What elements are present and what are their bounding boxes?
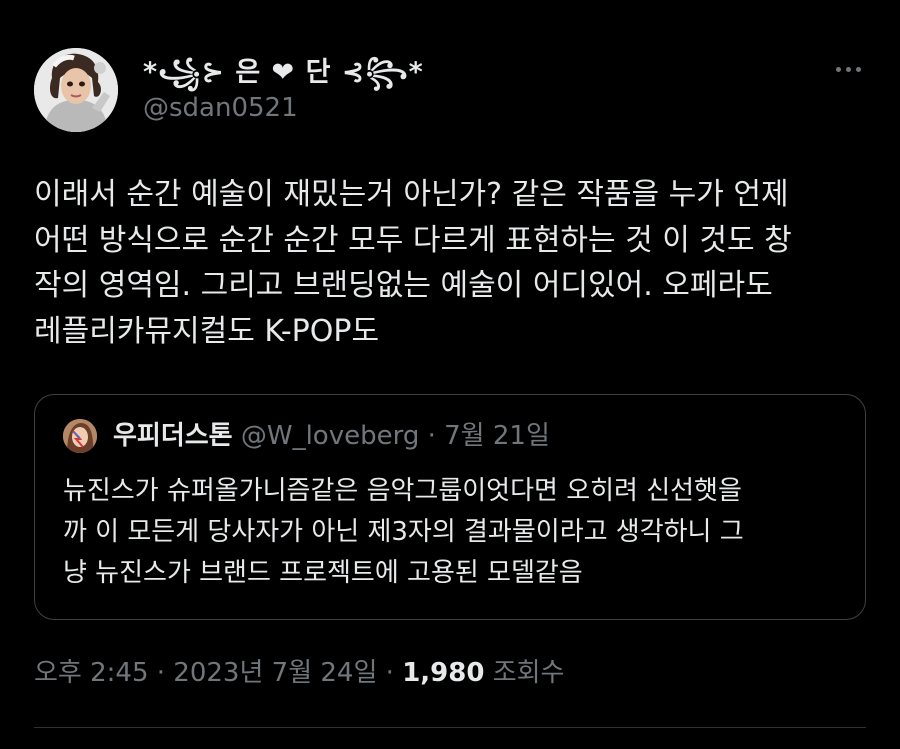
more-options-button[interactable] bbox=[826, 52, 870, 86]
quoted-author-name[interactable]: 우피더스톤 bbox=[113, 421, 233, 451]
tweet-text-line: 어떤 방식으로 순간 순간 모두 다르게 표현하는 것 이 것도 창 bbox=[34, 222, 792, 258]
avatar-image bbox=[34, 48, 118, 132]
more-dot-icon bbox=[845, 66, 851, 72]
author-avatar[interactable] bbox=[34, 48, 118, 132]
footer-separator: · bbox=[385, 658, 394, 688]
tweet-text-line: 레플리카뮤지컬도 K-POP도 bbox=[34, 313, 380, 349]
tweet-footer: 오후 2:45 · 2023년 7월 24일 · 1,980 조회수 bbox=[34, 656, 564, 690]
quoted-meta-separator: · bbox=[427, 421, 436, 451]
divider bbox=[34, 727, 866, 728]
quoted-text-line: 냥 뉴진스가 브랜드 프로젝트에 고용된 모델같음 bbox=[63, 558, 583, 588]
quoted-tweet[interactable]: 우피더스톤 @W_loveberg · 7월 21일 뉴진스가 슈퍼올가니즘같은… bbox=[34, 394, 866, 620]
tweet-text-line: 이래서 순간 예술이 재밌는거 아닌가? 같은 작품을 누가 언제 bbox=[34, 177, 789, 212]
more-dot-icon bbox=[835, 66, 841, 72]
quoted-tweet-meta: 우피더스톤 @W_loveberg · 7월 21일 bbox=[113, 421, 550, 451]
more-dot-icon bbox=[855, 66, 861, 72]
quoted-text-line: 뉴진스가 슈퍼올가니즘같은 음악그룹이엇다면 오히려 신선햇을 bbox=[63, 476, 742, 506]
tweet-text-line: 작의 영역임. 그리고 브랜딩없는 예술이 어디있어. 오페라도 bbox=[34, 268, 773, 303]
quoted-author-handle[interactable]: @W_loveberg bbox=[241, 421, 419, 451]
tweet-date[interactable]: 2023년 7월 24일 bbox=[173, 658, 377, 688]
tweet-text: 이래서 순간 예술이 재밌는거 아닌가? 같은 작품을 누가 언제 어떤 방식으… bbox=[34, 172, 870, 354]
quoted-avatar-image bbox=[63, 419, 97, 453]
views-label: 조회수 bbox=[492, 658, 565, 688]
quoted-text-line: 까 이 모든게 당사자가 아닌 제3자의 결과물이라고 생각하니 그 bbox=[63, 517, 744, 547]
tweet-detail: *꧁⊱ 은 ❤ 단 ⊰꧂* @sdan0521 이래서 순간 예술이 재밌는거 … bbox=[0, 0, 900, 749]
author-handle[interactable]: @sdan0521 bbox=[143, 93, 298, 123]
display-name-text: *꧁⊱ 은 ❤ 단 ⊰꧂* bbox=[143, 57, 424, 88]
views-count: 1,980 bbox=[402, 658, 485, 688]
quoted-author-avatar[interactable] bbox=[63, 419, 97, 453]
footer-separator: · bbox=[156, 658, 166, 688]
quoted-tweet-date[interactable]: 7월 21일 bbox=[444, 421, 550, 451]
quoted-tweet-text: 뉴진스가 슈퍼올가니즘같은 음악그룹이엇다면 오히려 신선햇을 까 이 모든게 … bbox=[63, 471, 853, 594]
tweet-time[interactable]: 오후 2:45 bbox=[34, 658, 149, 688]
